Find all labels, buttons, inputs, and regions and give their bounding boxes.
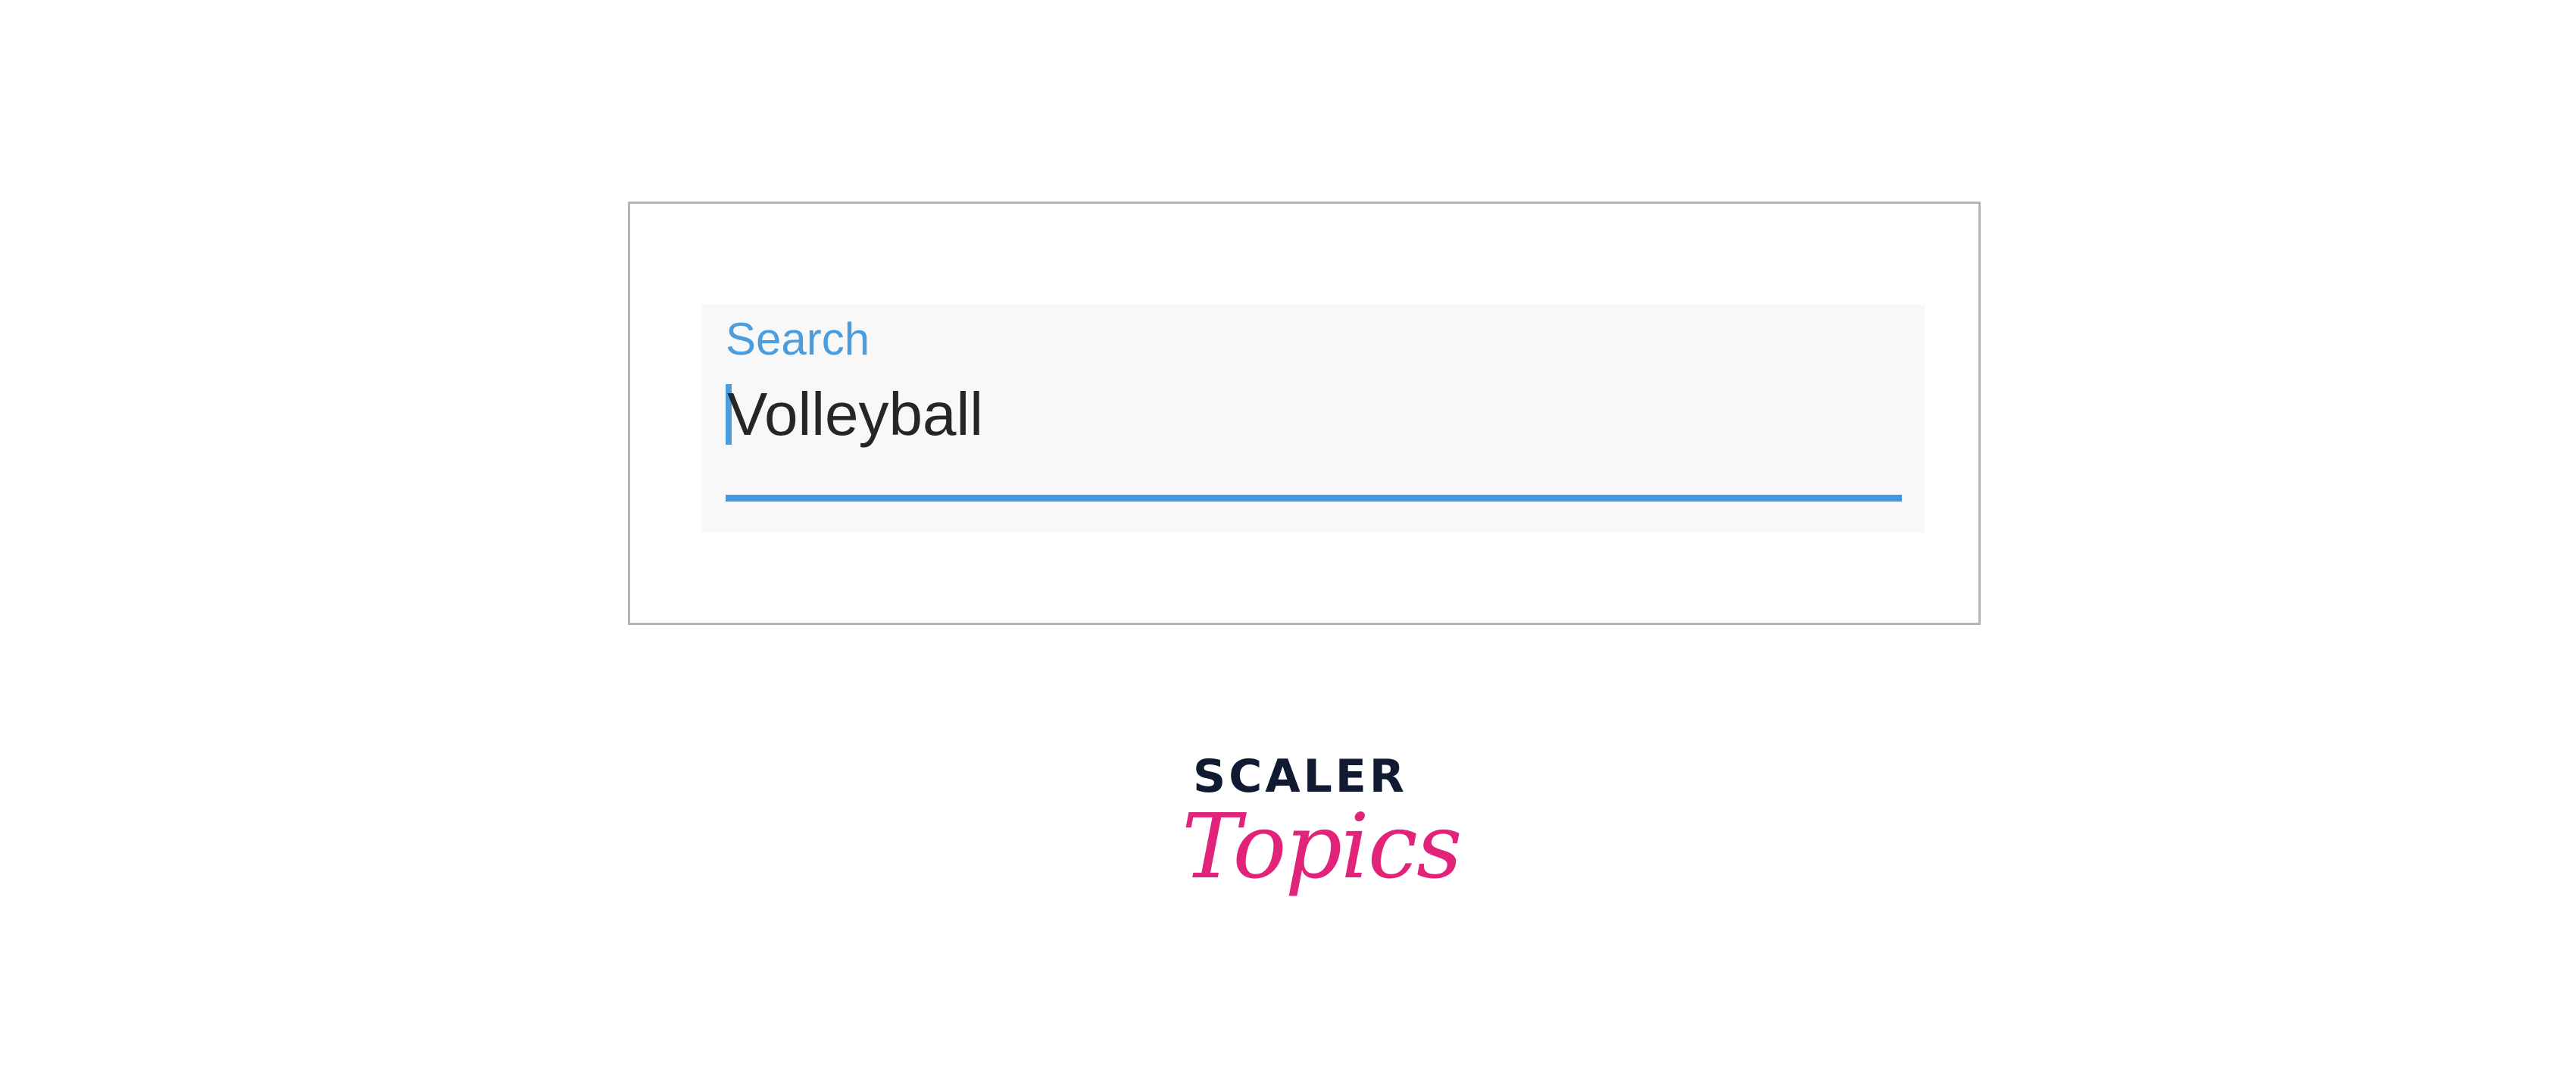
search-text-field[interactable]: Search Volleyball: [702, 305, 1925, 533]
search-field-label: Search: [726, 314, 870, 364]
logo-topics-text: Topics: [1182, 794, 1463, 899]
search-input[interactable]: Volleyball: [726, 380, 983, 449]
focus-underline: [726, 495, 1902, 502]
scaler-topics-logo: SCALER Topics: [1182, 750, 1463, 939]
search-input-value: Volleyball: [727, 380, 984, 448]
